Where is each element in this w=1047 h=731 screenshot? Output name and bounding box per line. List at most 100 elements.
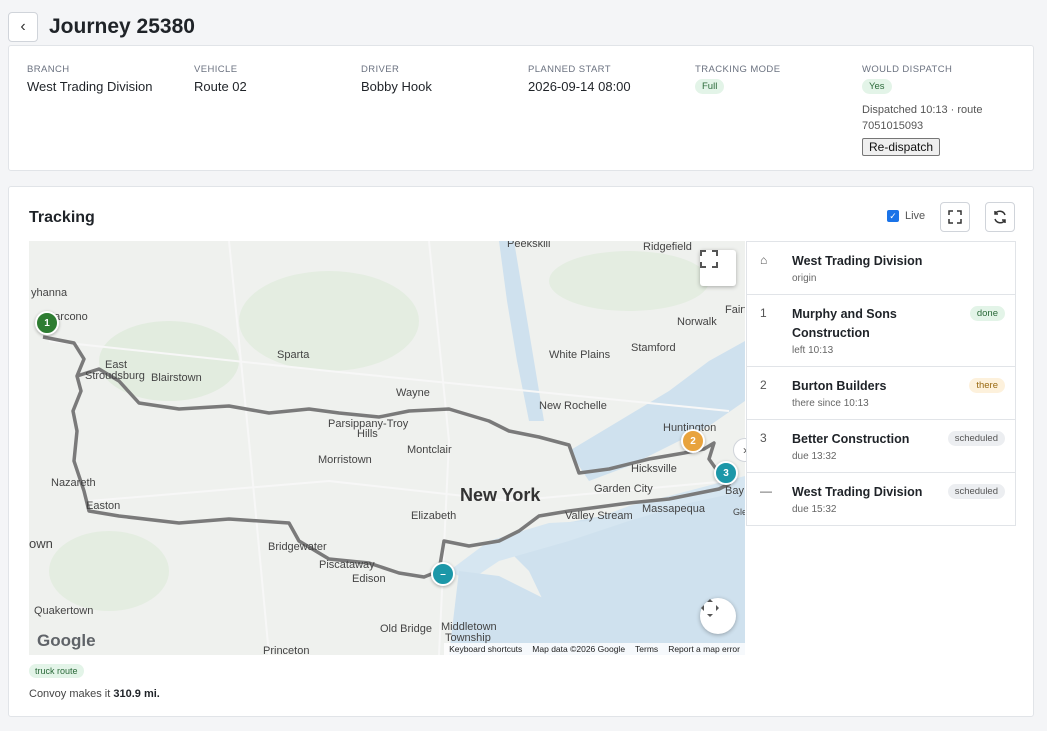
driver-value: Bobby Hook — [361, 79, 432, 94]
map-place-label: Nazareth — [51, 477, 96, 489]
planned-start-label: PLANNED START — [528, 64, 611, 75]
map-place-label: Princeton — [263, 645, 310, 655]
live-checkbox[interactable]: ✓ — [887, 210, 899, 222]
stop-status: origin — [792, 273, 817, 284]
stop-name: Better Construction — [792, 432, 910, 446]
stop-marker[interactable]: 1 — [35, 311, 59, 335]
back-button[interactable]: ‹ — [8, 12, 38, 42]
stop-index: 2 — [760, 378, 767, 392]
map-place-label: Quakertown — [34, 605, 94, 617]
map-place-label: Hills — [357, 428, 378, 440]
map-fullscreen-button[interactable] — [700, 250, 736, 286]
map-place-label: Wayne — [396, 387, 430, 399]
fullscreen-icon — [700, 250, 718, 268]
map-place-label: yhanna — [31, 287, 68, 299]
map-place-label: Montclair — [407, 444, 452, 456]
would-dispatch-badge: Yes — [862, 79, 892, 94]
map-place-label: New Rochelle — [539, 400, 607, 412]
terms-link[interactable]: Terms — [635, 644, 658, 654]
stop-badge: scheduled — [947, 431, 1005, 446]
refresh-icon — [994, 210, 1006, 224]
stop-index: 1 — [760, 306, 767, 320]
expand-icon — [948, 210, 962, 224]
stop-status: there since 10:13 — [792, 398, 869, 409]
google-logo: Google — [37, 631, 96, 650]
tracking-title: Tracking — [29, 209, 95, 226]
map-place-label: New York — [460, 485, 541, 505]
home-icon: ⌂ — [760, 253, 768, 267]
driver-field: DRIVER Bobby Hook — [361, 64, 432, 94]
map-place-label: White Plains — [549, 349, 611, 361]
stop-item[interactable]: 1 Murphy and Sons Construction left 10:1… — [747, 295, 1015, 367]
map-place-label: Hicksville — [631, 463, 677, 475]
branch-label: BRANCH — [27, 64, 70, 75]
stop-index: — — [760, 484, 772, 498]
stop-item[interactable]: — West Trading Division due 15:32 schedu… — [747, 473, 1015, 525]
keyboard-shortcuts-link[interactable]: Keyboard shortcuts — [449, 644, 522, 654]
stop-item[interactable]: 3 Better Construction due 13:32 schedule… — [747, 420, 1015, 473]
redispatch-button[interactable]: Re-dispatch — [862, 138, 941, 156]
live-label: Live — [905, 210, 926, 222]
vehicle-field: VEHICLE Route 02 — [194, 64, 247, 94]
stop-index: 3 — [760, 431, 767, 445]
map-data-text: Map data ©2026 Google — [532, 644, 626, 654]
tracking-mode-field: TRACKING MODE Full — [695, 64, 780, 94]
would-dispatch-field: WOULD DISPATCH Yes Dispatched 10:13 · ro… — [862, 64, 1002, 156]
stop-status: due 13:32 — [792, 451, 837, 462]
map-place-label: Edison — [352, 573, 386, 585]
planned-start-field: PLANNED START 2026-09-14 08:00 — [528, 64, 631, 94]
map-pan-control[interactable] — [700, 598, 736, 634]
map-place-label: Peekskill — [507, 241, 551, 250]
planned-start-value: 2026-09-14 08:00 — [528, 79, 631, 94]
map-place-label: Elizabeth — [411, 510, 457, 522]
dispatch-note: Dispatched 10:13 · route 7051015093 — [862, 104, 983, 132]
map-place-label: Piscataway — [319, 559, 375, 571]
map-place-label: Old Bridge — [380, 623, 432, 635]
map-place-label: Stroudsburg — [85, 370, 145, 382]
stop-name: Burton Builders — [792, 379, 887, 393]
page-title: Journey 25380 — [49, 15, 195, 38]
stop-marker[interactable]: 2 — [681, 429, 705, 453]
stop-item[interactable]: 2 Burton Builders there since 10:13 ther… — [747, 367, 1015, 420]
map-place-label: Stamford — [631, 342, 676, 354]
route-type-badge: truck route — [29, 664, 84, 678]
map-place-label: Easton — [86, 500, 121, 512]
fullscreen-button[interactable] — [940, 202, 970, 232]
vehicle-label: VEHICLE — [194, 64, 238, 75]
map-place-label: Massapequa — [642, 503, 705, 515]
tracking-card: Tracking ✓ Live Peekskill Ridgefield Fai… — [8, 186, 1034, 717]
route-map[interactable]: Peekskill Ridgefield Fairf yhanna Marcon… — [29, 241, 745, 655]
map-place-label: Bridgewater — [268, 541, 327, 553]
distance-prefix: Convoy makes it — [29, 688, 114, 700]
map-base — [29, 241, 745, 655]
stop-item[interactable]: ⌂ West Trading Division origin — [747, 242, 1015, 295]
map-place-label: Fairf — [725, 304, 745, 316]
map-place-label: Morristown — [318, 454, 372, 466]
branch-field: BRANCH West Trading Division — [27, 64, 152, 94]
map-attribution: Keyboard shortcuts Map data ©2026 Google… — [444, 643, 745, 655]
map-place-label: Sparta — [277, 349, 310, 361]
chevron-left-icon: ‹ — [20, 18, 26, 35]
stop-badge: scheduled — [947, 484, 1005, 499]
map-place-label: Gle — [733, 507, 745, 517]
vehicle-value: Route 02 — [194, 79, 247, 94]
journey-info-card: BRANCH West Trading Division VEHICLE Rou… — [8, 45, 1034, 171]
distance-value: 310.9 mi. — [113, 688, 160, 700]
tracking-mode-badge: Full — [695, 79, 725, 94]
stop-marker[interactable]: 3 — [714, 461, 738, 485]
stop-status: left 10:13 — [792, 345, 834, 356]
stop-badge: done — [969, 306, 1005, 321]
move-icon — [701, 599, 719, 617]
driver-label: DRIVER — [361, 64, 400, 75]
stop-status: due 15:32 — [792, 504, 837, 515]
live-toggle[interactable]: ✓ Live — [887, 210, 925, 222]
stop-name: West Trading Division — [792, 254, 923, 268]
map-place-label: Garden City — [594, 483, 653, 495]
stop-name: Murphy and Sons Construction — [792, 307, 897, 340]
refresh-button[interactable] — [985, 202, 1015, 232]
stop-marker[interactable]: – — [431, 562, 455, 586]
report-error-link[interactable]: Report a map error — [668, 644, 740, 654]
distance-summary: Convoy makes it 310.9 mi. — [29, 688, 160, 700]
branch-value: West Trading Division — [27, 79, 153, 94]
map-place-label: Valley Stream — [565, 510, 633, 522]
